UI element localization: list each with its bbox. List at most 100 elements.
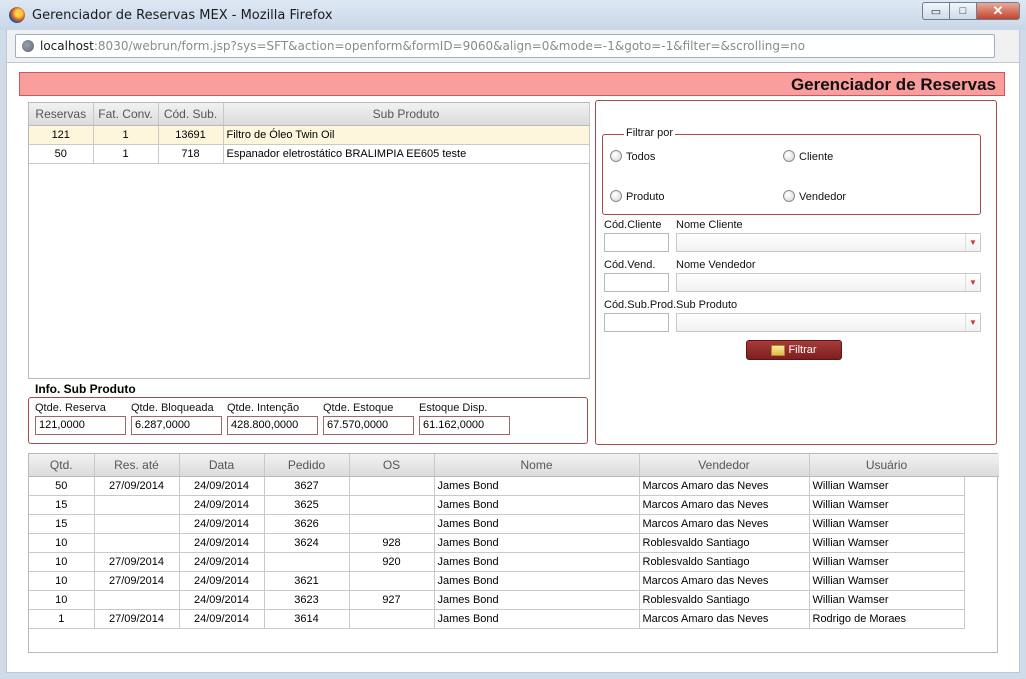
cell-pedido: 3624 bbox=[264, 533, 350, 553]
nome-cliente-select[interactable]: ▼ bbox=[676, 233, 981, 252]
qtde-estoque-label: Qtde. Estoque bbox=[323, 402, 394, 414]
nome-vendedor-select[interactable]: ▼ bbox=[676, 273, 981, 292]
table-row[interactable]: 10 24/09/2014 3624 928 James Bond Roblesvaldo… bbox=[29, 533, 965, 553]
cell-data: 24/09/2014 bbox=[179, 590, 265, 610]
table-row[interactable]: 15 24/09/2014 3626 James Bond Marcos Amaro d… bbox=[29, 514, 965, 534]
col-reservas[interactable]: Reservas bbox=[29, 103, 94, 126]
maximize-button[interactable]: □ bbox=[949, 2, 976, 20]
col-qtd[interactable]: Qtd. bbox=[29, 454, 95, 477]
col-os[interactable]: OS bbox=[349, 454, 435, 477]
cell-os bbox=[349, 609, 435, 629]
qtde-reserva-label: Qtde. Reserva bbox=[35, 402, 106, 414]
table-row[interactable]: 10 24/09/2014 3623 927 James Bond Roblesvaldo… bbox=[29, 590, 965, 610]
window-title: Gerenciador de Reservas MEX - Mozilla Fi… bbox=[32, 8, 333, 23]
cell-os bbox=[349, 571, 435, 591]
col-sub-produto[interactable]: Sub Produto bbox=[223, 103, 590, 126]
col-cod-sub[interactable]: Cód. Sub. bbox=[158, 103, 224, 126]
col-nome[interactable]: Nome bbox=[434, 454, 640, 477]
estoque-disp-field[interactable]: 61.162,0000 bbox=[419, 416, 510, 435]
nome-cliente-label: Nome Cliente bbox=[676, 219, 743, 231]
cell-nome: James Bond bbox=[434, 514, 640, 534]
globe-icon bbox=[22, 40, 34, 52]
cell-reservas: 121 bbox=[29, 125, 94, 145]
radio-produto-label[interactable]: Produto bbox=[626, 191, 665, 203]
cod-vend-label: Cód.Vend. bbox=[604, 259, 656, 271]
filtrar-button[interactable]: Filtrar bbox=[746, 340, 842, 360]
cell-usuario: Willian Wamser bbox=[809, 495, 965, 515]
col-usuario[interactable]: Usuário bbox=[809, 454, 965, 477]
table-row[interactable]: 1 27/09/2014 24/09/2014 3614 James Bond Marco… bbox=[29, 609, 965, 629]
col-fat-conv[interactable]: Fat. Conv. bbox=[93, 103, 159, 126]
cell-nome: James Bond bbox=[434, 590, 640, 610]
info-section-title: Info. Sub Produto bbox=[35, 382, 136, 396]
qtde-bloqueada-field[interactable]: 6.287,0000 bbox=[131, 416, 222, 435]
address-bar-area: localhost:8030/webrun/form.jsp?sys=SFT&a… bbox=[6, 30, 1020, 62]
minimize-button[interactable]: ▭ bbox=[922, 2, 949, 20]
cell-res-ate bbox=[94, 495, 180, 515]
cell-os: 928 bbox=[349, 533, 435, 553]
page-header: Gerenciador de Reservas bbox=[19, 72, 1005, 96]
cell-res-ate bbox=[94, 533, 180, 553]
radio-produto[interactable] bbox=[610, 190, 622, 202]
cell-qtd: 50 bbox=[29, 476, 95, 496]
table-row[interactable]: 15 24/09/2014 3625 James Bond Marcos Amaro d… bbox=[29, 495, 965, 515]
qtde-intencao-field[interactable]: 428.800,0000 bbox=[227, 416, 318, 435]
cell-usuario: Willian Wamser bbox=[809, 571, 965, 591]
cod-vend-input[interactable] bbox=[604, 273, 669, 292]
cod-subprod-input[interactable] bbox=[604, 313, 669, 332]
chevron-down-icon[interactable]: ▼ bbox=[965, 274, 980, 291]
table-row[interactable]: 121 1 13691 Filtro de Óleo Twin Oil bbox=[29, 125, 590, 145]
cell-res-ate bbox=[94, 514, 180, 534]
cell-data: 24/09/2014 bbox=[179, 552, 265, 572]
radio-vendedor-label[interactable]: Vendedor bbox=[799, 191, 846, 203]
qtde-estoque-field[interactable]: 67.570,0000 bbox=[323, 416, 414, 435]
cell-nome: James Bond bbox=[434, 609, 640, 629]
cell-usuario: Willian Wamser bbox=[809, 590, 965, 610]
radio-todos-label[interactable]: Todos bbox=[626, 151, 655, 163]
radio-todos[interactable] bbox=[610, 150, 622, 162]
col-res-ate[interactable]: Res. até bbox=[94, 454, 180, 477]
window-controls: ▭ □ ✕ bbox=[922, 2, 1020, 20]
table-row[interactable]: 50 1 718 Espanador eletrostático BRALIMP… bbox=[29, 144, 590, 164]
page-title: Gerenciador de Reservas bbox=[790, 75, 996, 94]
cell-nome: James Bond bbox=[434, 495, 640, 515]
chevron-down-icon[interactable]: ▼ bbox=[965, 234, 980, 251]
sub-produto-select[interactable]: ▼ bbox=[676, 313, 981, 332]
reservations-table: Qtd. Res. até Data Pedido OS Nome Vended… bbox=[29, 454, 965, 629]
cell-os bbox=[349, 514, 435, 534]
cell-sub-produto: Espanador eletrostático BRALIMPIA EE605 … bbox=[223, 144, 590, 164]
table-row[interactable]: 50 27/09/2014 24/09/2014 3627 James Bond Marc… bbox=[29, 476, 965, 496]
radio-vendedor[interactable] bbox=[783, 190, 795, 202]
table-row[interactable]: 10 27/09/2014 24/09/2014 920 James Bond Roble… bbox=[29, 552, 965, 572]
cell-vendedor: Roblesvaldo Santiago bbox=[639, 552, 810, 572]
page-viewport: Gerenciador de Reservas Reservas Fat. Co… bbox=[6, 62, 1020, 673]
cell-nome: James Bond bbox=[434, 533, 640, 553]
radio-cliente-label[interactable]: Cliente bbox=[799, 151, 833, 163]
table-row[interactable]: 10 27/09/2014 24/09/2014 3621 James Bond Marc… bbox=[29, 571, 965, 591]
cell-os: 927 bbox=[349, 590, 435, 610]
cell-pedido: 3614 bbox=[264, 609, 350, 629]
col-pedido[interactable]: Pedido bbox=[264, 454, 350, 477]
cod-cliente-label: Cód.Cliente bbox=[604, 219, 662, 231]
cell-cod-sub: 13691 bbox=[158, 125, 224, 145]
cell-data: 24/09/2014 bbox=[179, 533, 265, 553]
close-button[interactable]: ✕ bbox=[976, 2, 1020, 20]
radio-cliente[interactable] bbox=[783, 150, 795, 162]
cell-nome: James Bond bbox=[434, 552, 640, 572]
url-bar[interactable]: localhost:8030/webrun/form.jsp?sys=SFT&a… bbox=[15, 34, 995, 58]
col-data[interactable]: Data bbox=[179, 454, 265, 477]
cell-vendedor: Roblesvaldo Santiago bbox=[639, 533, 810, 553]
cell-res-ate: 27/09/2014 bbox=[94, 552, 180, 572]
cod-cliente-input[interactable] bbox=[604, 233, 669, 252]
chevron-down-icon[interactable]: ▼ bbox=[965, 314, 980, 331]
subproduct-table-panel: Reservas Fat. Conv. Cód. Sub. Sub Produt… bbox=[28, 102, 590, 379]
cell-cod-sub: 718 bbox=[158, 144, 224, 164]
cell-pedido: 3623 bbox=[264, 590, 350, 610]
reservations-table-panel: Qtd. Res. até Data Pedido OS Nome Vended… bbox=[28, 453, 999, 653]
col-vendedor[interactable]: Vendedor bbox=[639, 454, 810, 477]
qtde-reserva-field[interactable]: 121,0000 bbox=[35, 416, 126, 435]
qtde-intencao-label: Qtde. Intenção bbox=[227, 402, 300, 414]
cell-fat-conv: 1 bbox=[93, 125, 159, 145]
cell-data: 24/09/2014 bbox=[179, 571, 265, 591]
nome-vendedor-label: Nome Vendedor bbox=[676, 259, 756, 271]
